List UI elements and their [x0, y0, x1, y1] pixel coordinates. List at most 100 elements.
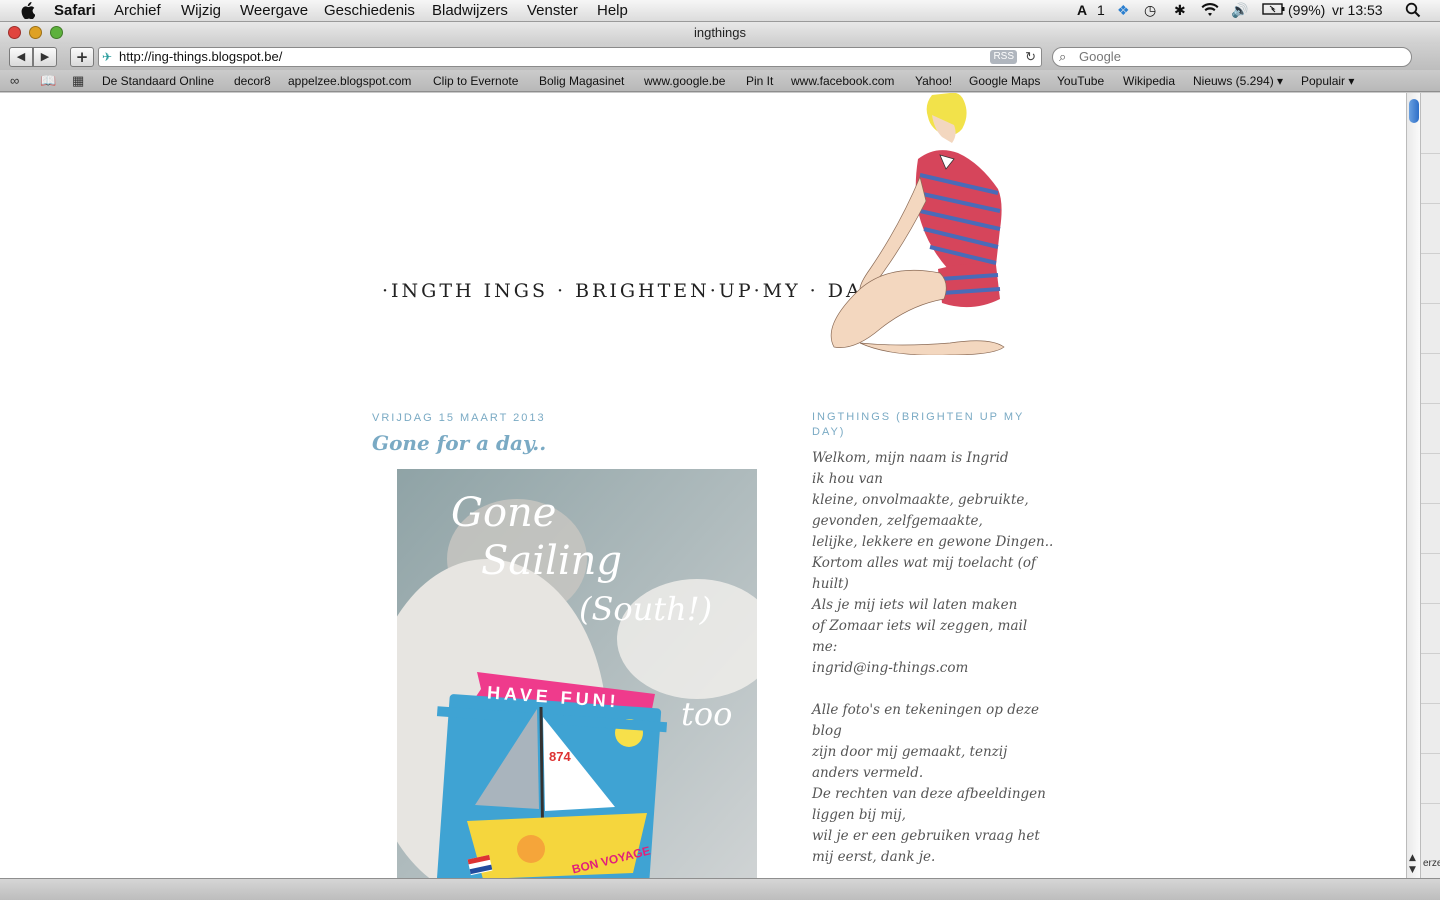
bookmark-google-maps[interactable]: Google Maps — [969, 70, 1040, 92]
forward-button[interactable]: ▶ — [33, 47, 57, 67]
reading-list-icon[interactable]: ∞ — [10, 70, 19, 92]
menu-venster[interactable]: Venster — [527, 2, 578, 19]
sidebar-line: De rechten van deze afbeeldingen — [812, 786, 1046, 802]
menubar-clock[interactable]: vr 13:53 — [1332, 2, 1383, 18]
sliver-divider — [1421, 553, 1440, 554]
status-bar — [0, 878, 1440, 900]
menu-geschiedenis[interactable]: Geschiedenis — [324, 2, 415, 19]
sidebar-line: Kortom alles wat mij toelacht (of — [812, 555, 1037, 571]
sliver-divider — [1421, 503, 1440, 504]
url-text: http://ing-things.blogspot.be/ — [119, 49, 283, 64]
sidebar-line: anders vermeld. — [812, 765, 924, 781]
time-machine-icon[interactable]: ◷ — [1144, 2, 1156, 19]
sidebar-line: huilt) — [812, 576, 849, 592]
minimize-window-button[interactable] — [29, 26, 42, 39]
browser-window: ingthings ◀ ▶ + ✈ http://ing-things.blog… — [0, 22, 1440, 900]
bookmark-bolig[interactable]: Bolig Magasinet — [539, 70, 624, 92]
zoom-window-button[interactable] — [50, 26, 63, 39]
add-bookmark-button[interactable]: + — [70, 47, 94, 67]
sliver-divider — [1421, 153, 1440, 154]
post-date: vrijdag 15 maart 2013 — [372, 412, 546, 424]
scroll-down-arrow-icon[interactable]: ▼ — [1409, 865, 1416, 875]
dropbox-icon[interactable]: ❖ — [1117, 2, 1130, 19]
sliver-divider — [1421, 253, 1440, 254]
page-content: ·INGTH INGS · BRIGHTEN·UP·MY · DAY· VRIJ… — [0, 93, 1406, 878]
scrollbar-thumb[interactable] — [1409, 99, 1419, 123]
photo-text-gone: Gone — [451, 490, 557, 536]
sliver-text: erze — [1423, 858, 1440, 869]
menu-bar: Safari Archief Wijzig Weergave Geschiede… — [0, 0, 1440, 22]
bookmark-pinit[interactable]: Pin It — [746, 70, 773, 92]
menu-safari[interactable]: Safari — [54, 2, 96, 19]
favicon-icon: ✈ — [102, 50, 113, 64]
post-photo[interactable]: Gone Sailing (South!) HAVE FUN! too 874 … — [397, 469, 757, 878]
search-placeholder: Google — [1079, 49, 1121, 64]
vertical-scrollbar[interactable]: ▲ ▼ — [1406, 93, 1420, 878]
bookmark-decor8[interactable]: decor8 — [234, 70, 271, 92]
sidebar-title: INGTHINGS (BRIGHTEN UP MY DAY) — [812, 411, 1025, 438]
bluetooth-icon[interactable]: ✱ — [1174, 2, 1186, 19]
sliver-divider — [1421, 203, 1440, 204]
bookmark-nieuws[interactable]: Nieuws (5.294) ▾ — [1193, 70, 1283, 92]
sliver-divider — [1421, 603, 1440, 604]
sliver-divider — [1421, 453, 1440, 454]
sliver-divider — [1421, 403, 1440, 404]
search-input[interactable]: ⌕ Google — [1052, 47, 1412, 67]
sidebar-line: Alle foto's en tekeningen op deze — [812, 702, 1039, 718]
background-window-sliver: erze — [1420, 93, 1440, 878]
scroll-up-arrow-icon[interactable]: ▲ — [1409, 853, 1416, 863]
menu-archief[interactable]: Archief — [114, 2, 161, 19]
close-window-button[interactable] — [8, 26, 21, 39]
rss-button[interactable]: RSS — [990, 50, 1017, 64]
back-button[interactable]: ◀ — [9, 47, 33, 67]
bookmark-facebook[interactable]: www.facebook.com — [791, 70, 894, 92]
bookmark-yahoo[interactable]: Yahoo! — [915, 70, 952, 92]
sidebar-line: wil je er een gebruiken vraag het — [812, 828, 1040, 844]
bookmark-youtube[interactable]: YouTube — [1057, 70, 1104, 92]
blog-title[interactable]: ·INGTH INGS · BRIGHTEN·UP·MY · DAY· — [382, 280, 887, 302]
photo-text-sailing: Sailing — [481, 538, 622, 584]
sidebar-line: mij eerst, dank je. — [812, 849, 936, 865]
sidebar-line: Als je mij iets wil laten maken — [812, 597, 1018, 613]
bookmark-appelzee[interactable]: appelzee.blogspot.com — [288, 70, 411, 92]
bookmark-de-standaard[interactable]: De Standaard Online — [102, 70, 214, 92]
bookmark-evernote[interactable]: Clip to Evernote — [433, 70, 518, 92]
photo-boat-number: 874 — [549, 749, 571, 764]
volume-icon[interactable]: 🔊 — [1231, 2, 1248, 19]
bookmark-google[interactable]: www.google.be — [644, 70, 725, 92]
bookmark-wikipedia[interactable]: Wikipedia — [1123, 70, 1175, 92]
photo-text-too: too — [681, 695, 733, 733]
menu-help[interactable]: Help — [597, 2, 628, 19]
reload-icon[interactable]: ↻ — [1025, 48, 1036, 66]
spotlight-icon[interactable] — [1405, 2, 1421, 21]
post-title[interactable]: Gone for a day.. — [372, 431, 546, 455]
sidebar-line: kleine, onvolmaakte, gebruikte, — [812, 492, 1029, 508]
address-bar[interactable]: ✈ http://ing-things.blogspot.be/ RSS ↻ — [98, 47, 1042, 67]
sidebar-profile-text: Welkom, mijn naam is Ingrid ik hou van k… — [812, 448, 1053, 868]
menu-weergave[interactable]: Weergave — [240, 2, 308, 19]
bookmark-populair[interactable]: Populair ▾ — [1301, 70, 1354, 92]
sidebar-line: Welkom, mijn naam is Ingrid — [812, 450, 1009, 466]
bookmarks-book-icon[interactable]: 📖 — [40, 70, 56, 92]
apple-menu-icon[interactable] — [20, 2, 36, 24]
search-icon: ⌕ — [1059, 49, 1067, 64]
sidebar-line: of Zomaar iets wil zeggen, mail — [812, 618, 1028, 634]
sliver-divider — [1421, 653, 1440, 654]
window-title: ingthings — [693, 25, 747, 40]
battery-icon[interactable] — [1262, 2, 1286, 19]
menu-wijzig[interactable]: Wijzig — [181, 2, 221, 19]
wifi-icon[interactable] — [1200, 2, 1220, 21]
sidebar-line: ik hou van — [812, 471, 883, 487]
sidebar-email[interactable]: ingrid@ing-things.com — [812, 658, 1042, 679]
title-bar: ingthings — [0, 22, 1440, 44]
sidebar-line: zijn door mij gemaakt, tenzij — [812, 744, 1008, 760]
sidebar-line: me: — [812, 639, 838, 655]
adobe-icon[interactable]: A — [1077, 2, 1087, 18]
top-sites-grid-icon[interactable]: ▦ — [72, 70, 84, 92]
menu-bladwijzers[interactable]: Bladwijzers — [432, 2, 508, 19]
sliver-divider — [1421, 753, 1440, 754]
sidebar-line: blog — [812, 723, 842, 739]
sliver-divider — [1421, 703, 1440, 704]
sidebar-line: liggen bij mij, — [812, 807, 906, 823]
